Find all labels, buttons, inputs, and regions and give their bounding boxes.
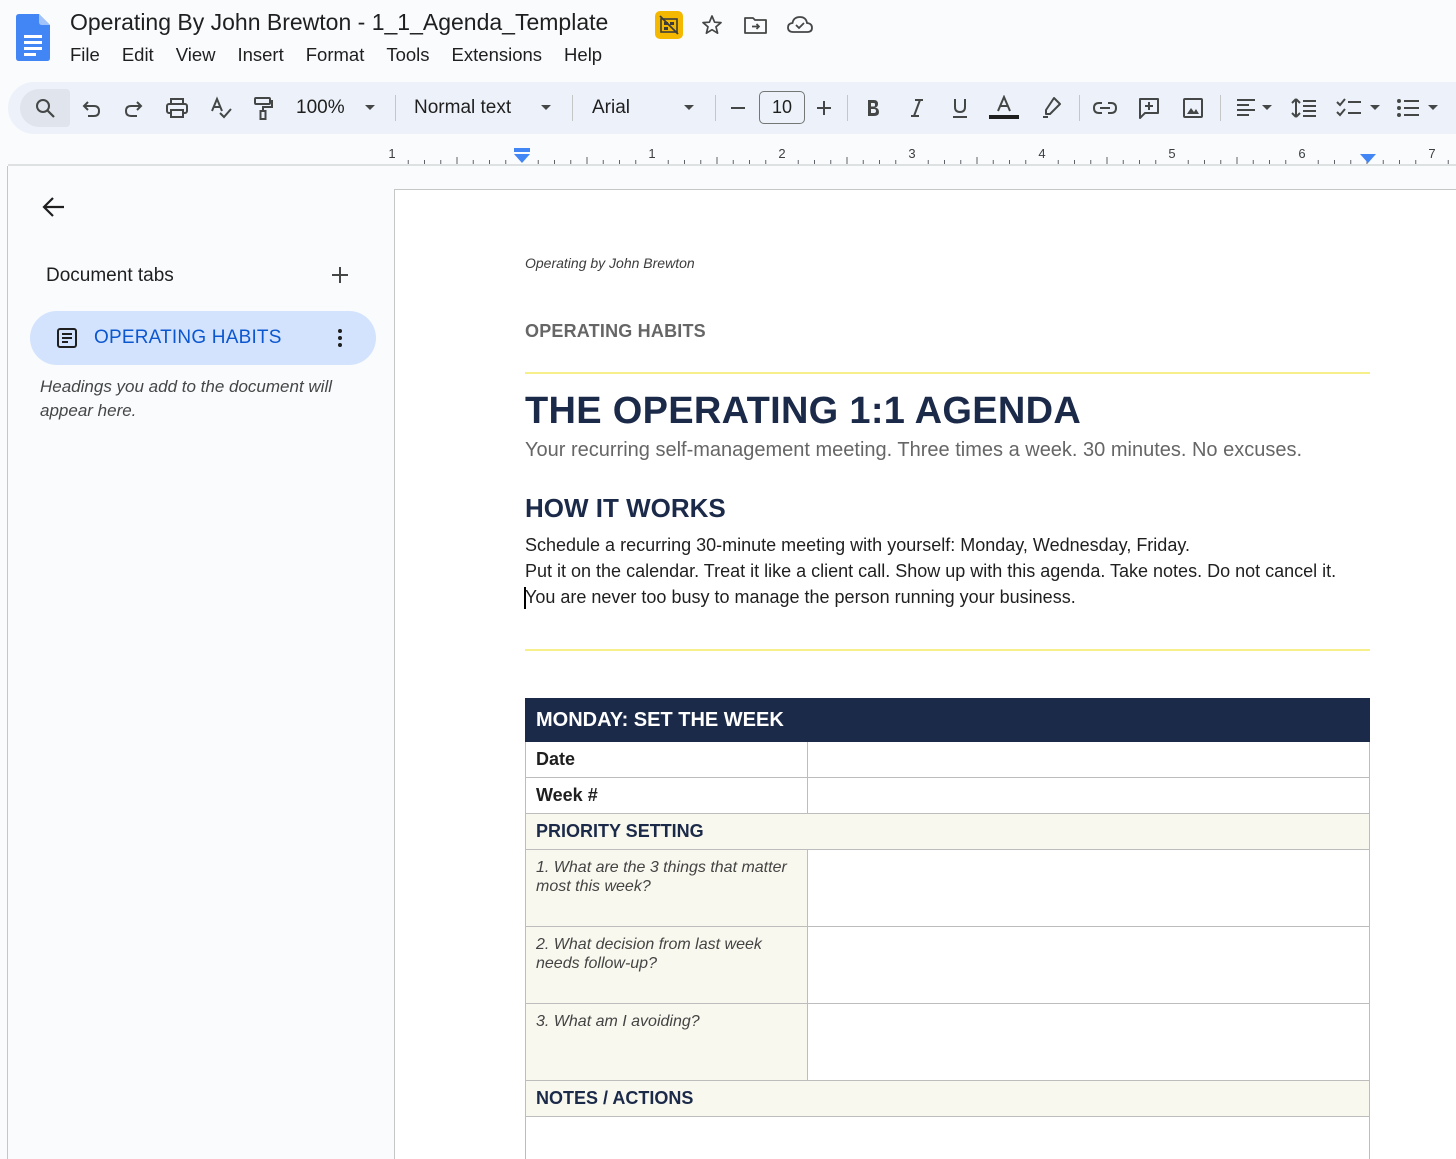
page-header[interactable]: Operating by John Brewton [525,255,695,271]
document-page[interactable]: Operating by John Brewton OPERATING HABI… [394,189,1456,1159]
zoom-select[interactable]: 100% [296,90,352,126]
menu-tools[interactable]: Tools [386,44,440,66]
font-size-input[interactable]: 10 [759,91,805,124]
left-indent-marker [514,148,530,163]
date-label[interactable]: Date [525,741,808,778]
menu-edit[interactable]: Edit [122,44,165,66]
answer-cell[interactable] [807,849,1370,927]
divider [525,372,1370,374]
ruler-number: 7 [1428,146,1435,161]
zoom-dropdown-icon[interactable] [360,90,380,126]
ruler-number: 3 [908,146,915,161]
menu-view[interactable]: View [176,44,227,66]
document-title[interactable]: Operating By John Brewton - 1_1_Agenda_T… [70,9,608,36]
line-spacing-icon[interactable] [1290,90,1318,126]
horizontal-ruler[interactable]: 1 1 2 3 4 5 6 7 [8,142,1456,166]
document-subtitle[interactable]: Your recurring self-management meeting. … [525,439,1302,462]
cloud-saved-icon[interactable] [785,11,815,39]
week-cell[interactable] [807,777,1370,814]
text-color-icon[interactable] [988,90,1020,126]
back-arrow-icon[interactable] [40,193,68,221]
increase-font-size-icon[interactable] [812,90,836,126]
bold-icon[interactable] [860,90,886,126]
body-paragraph[interactable]: You are never too busy to manage the per… [525,587,1076,608]
ruler-number: 1 [388,146,395,161]
answer-cell[interactable] [807,926,1370,1004]
headings-hint-text: Headings you add to the document will ap… [40,377,333,420]
week-label[interactable]: Week # [525,777,808,814]
paint-format-icon[interactable] [250,90,276,126]
ruler-number: 2 [778,146,785,161]
agenda-table: MONDAY: SET THE WEEK Date Week # PRIORIT… [525,698,1370,1159]
menu-help[interactable]: Help [564,44,613,66]
body-paragraph[interactable]: Put it on the calendar. Treat it like a … [525,561,1336,582]
insert-link-icon[interactable] [1091,90,1119,126]
notes-cell[interactable] [525,1116,1370,1159]
menu-format[interactable]: Format [306,44,376,66]
italic-icon[interactable] [904,90,930,126]
checklist-dropdown-icon[interactable] [1368,90,1382,126]
star-icon[interactable] [697,11,727,39]
search-icon[interactable] [30,90,60,126]
insert-image-icon[interactable] [1180,90,1206,126]
add-comment-icon[interactable] [1135,90,1163,126]
font-select[interactable]: Arial [592,90,662,126]
align-dropdown-icon[interactable] [1260,90,1274,126]
font-value: Arial [592,97,631,118]
bulleted-list-icon[interactable] [1394,90,1422,126]
paragraph-style-value: Normal text [414,97,512,118]
date-cell[interactable] [807,741,1370,778]
document-outline-sidebar: Document tabs OPERATING HABITS Headings … [8,167,393,1159]
underline-icon[interactable] [947,90,973,126]
priority-setting-heading[interactable]: PRIORITY SETTING [525,813,1370,850]
how-it-works-heading[interactable]: HOW IT WORKS [525,493,726,524]
question-cell[interactable]: 2. What decision from last week needs fo… [525,926,808,1004]
right-indent-marker [1360,154,1376,163]
ruler-number: 6 [1298,146,1305,161]
tab-label: OPERATING HABITS [94,327,282,348]
document-tabs-heading: Document tabs [46,265,174,286]
no-sharing-badge-icon[interactable] [655,11,683,39]
tab-operating-habits[interactable]: OPERATING HABITS [30,311,376,365]
menu-insert[interactable]: Insert [237,44,294,66]
toolbar: 100% Normal text Arial 10 [8,82,1456,134]
menu-bar: File Edit View Insert Format Tools Exten… [70,44,624,66]
move-to-folder-icon[interactable] [741,11,771,39]
spellcheck-icon[interactable] [207,90,235,126]
print-icon[interactable] [163,90,191,126]
zoom-value: 100% [296,97,345,118]
ruler-number: 1 [648,146,655,161]
font-size-value: 10 [771,97,793,117]
ruler-number: 5 [1168,146,1175,161]
section-label[interactable]: OPERATING HABITS [525,321,706,342]
checklist-icon[interactable] [1334,90,1364,126]
highlight-color-icon[interactable] [1038,90,1064,126]
ruler-number: 4 [1038,146,1045,161]
add-tab-icon[interactable] [328,263,352,287]
divider [525,649,1370,651]
document-heading[interactable]: THE OPERATING 1:1 AGENDA [525,390,1081,433]
table-heading[interactable]: MONDAY: SET THE WEEK [525,698,1370,742]
redo-icon[interactable] [121,90,147,126]
question-cell[interactable]: 1. What are the 3 things that matter mos… [525,849,808,927]
body-paragraph[interactable]: Schedule a recurring 30-minute meeting w… [525,535,1190,556]
answer-cell[interactable] [807,1003,1370,1081]
paragraph-style-select[interactable]: Normal text [414,90,524,126]
document-tab-icon [56,327,78,349]
decrease-font-size-icon[interactable] [726,90,750,126]
more-options-icon[interactable] [330,326,350,350]
align-left-icon[interactable] [1232,90,1260,126]
text-cursor [524,587,526,609]
notes-actions-heading[interactable]: NOTES / ACTIONS [525,1080,1370,1117]
style-dropdown-icon[interactable] [536,90,556,126]
bullet-dropdown-icon[interactable] [1426,90,1440,126]
font-dropdown-icon[interactable] [679,90,699,126]
menu-extensions[interactable]: Extensions [452,44,554,66]
question-cell[interactable]: 3. What am I avoiding? [525,1003,808,1081]
undo-icon[interactable] [78,90,104,126]
google-docs-logo-icon[interactable] [16,14,50,61]
title-bar: Operating By John Brewton - 1_1_Agenda_T… [0,0,1456,80]
menu-file[interactable]: File [70,44,111,66]
vertical-ruler [0,166,8,1159]
